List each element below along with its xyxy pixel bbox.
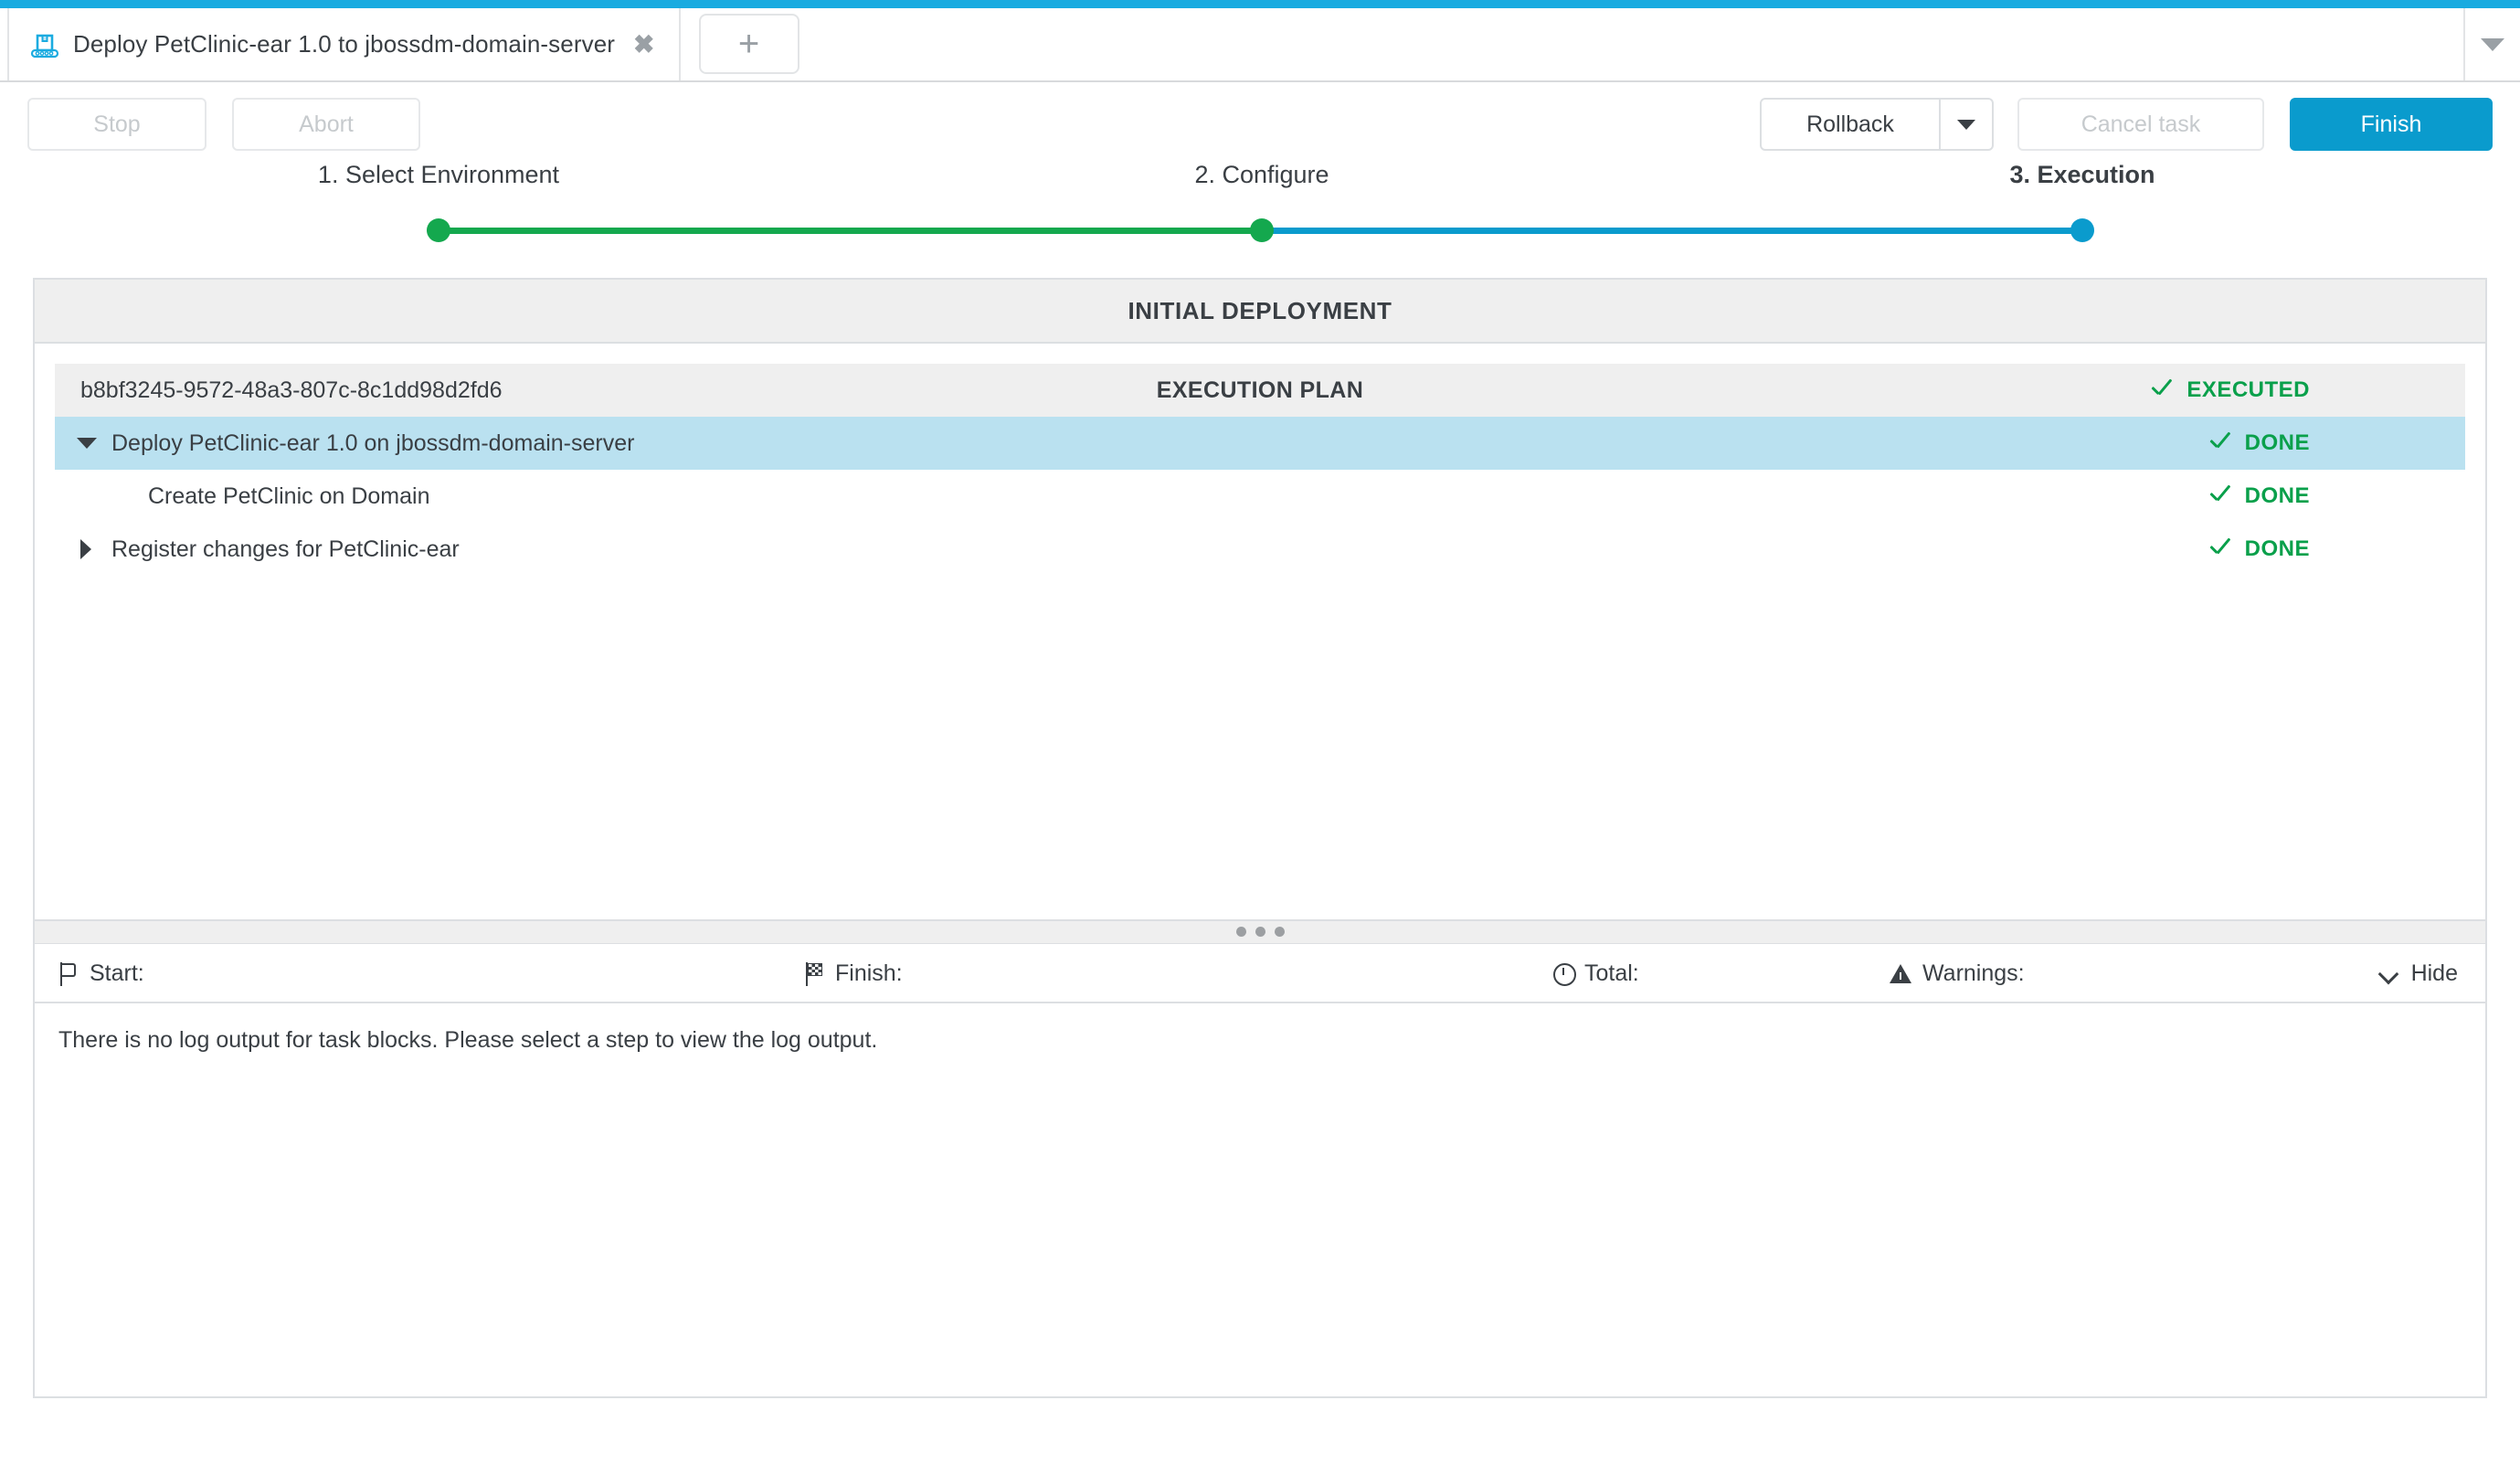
panel-splitter-handle[interactable]	[35, 918, 2485, 943]
disclosure-collapsed-icon[interactable]	[80, 539, 91, 559]
finish-button[interactable]: Finish	[2290, 98, 2493, 151]
row-label: Register changes for PetClinic-ear	[111, 536, 460, 562]
table-row[interactable]: Register changes for PetClinic-ear DONE	[55, 523, 2465, 576]
wizard-stepper: 1. Select Environment 2. Configure 3. Ex…	[0, 161, 2520, 261]
row-label: Deploy PetClinic-ear 1.0 on jbossdm-doma…	[111, 430, 635, 456]
stepper-track-2-3	[1262, 228, 2082, 234]
status-text: DONE	[2244, 536, 2310, 561]
stepper-dot-3[interactable]	[2070, 218, 2094, 242]
deploy-package-icon	[29, 29, 60, 60]
warning-icon	[1890, 960, 1913, 986]
step-label-2[interactable]: 2. Configure	[1194, 161, 1329, 189]
clock-icon	[1551, 960, 1576, 986]
tab-close-icon[interactable]: ✖	[633, 31, 654, 58]
stop-button[interactable]: Stop	[27, 98, 206, 151]
flag-icon	[57, 960, 80, 986]
chevron-down-icon	[2378, 960, 2402, 986]
step-label-3[interactable]: 3. Execution	[2009, 161, 2155, 189]
check-icon	[2207, 483, 2232, 509]
finish-label: Finish:	[835, 960, 903, 986]
warnings-label: Warnings:	[1922, 960, 2025, 986]
hide-label: Hide	[2410, 960, 2458, 986]
finish-time-field: Finish:	[802, 960, 912, 987]
check-icon	[2207, 536, 2232, 562]
splitter-dot	[1255, 927, 1265, 937]
tab-bar: Deploy PetClinic-ear 1.0 to jbossdm-doma…	[0, 8, 2520, 82]
toolbar-right-group: Rollback Cancel task Finish	[1760, 98, 2493, 151]
status-text: EXECUTED	[2186, 377, 2310, 402]
panel-header-title: INITIAL DEPLOYMENT	[35, 280, 2485, 344]
check-icon	[2148, 377, 2174, 403]
execution-status-bar: Start: Finish: Total: Warnings: Hide	[35, 942, 2485, 1003]
row-status: DONE	[2207, 483, 2310, 509]
new-tab-button[interactable]: +	[698, 14, 799, 74]
log-empty-message: There is no log output for task blocks. …	[58, 1026, 878, 1053]
stepper-dot-2[interactable]	[1250, 218, 1274, 242]
hide-log-button[interactable]: Hide	[2378, 960, 2458, 987]
table-row[interactable]: Create PetClinic on Domain DONE	[55, 470, 2465, 523]
total-label: Total:	[1584, 960, 1639, 986]
splitter-dot	[1274, 927, 1285, 937]
rollback-button[interactable]: Rollback	[1760, 98, 1941, 151]
row-status: DONE	[2207, 536, 2310, 562]
tab-deploy-petclinic[interactable]: Deploy PetClinic-ear 1.0 to jbossdm-doma…	[7, 8, 681, 80]
cancel-task-button[interactable]: Cancel task	[2017, 98, 2264, 151]
step-label-1[interactable]: 1. Select Environment	[318, 161, 559, 189]
table-row[interactable]: Deploy PetClinic-ear 1.0 on jbossdm-doma…	[55, 417, 2465, 470]
window-accent-bar	[0, 0, 2520, 8]
stepper-dot-1[interactable]	[427, 218, 450, 242]
tab-title: Deploy PetClinic-ear 1.0 to jbossdm-doma…	[73, 30, 616, 58]
rollback-split-button: Rollback	[1760, 98, 1994, 151]
chevron-down-icon	[2481, 37, 2504, 51]
log-output-area[interactable]: There is no log output for task blocks. …	[35, 1003, 2485, 1396]
row-label: Create PetClinic on Domain	[148, 483, 430, 509]
status-text: DONE	[2244, 483, 2310, 508]
splitter-dot	[1235, 927, 1246, 937]
check-icon	[2207, 430, 2232, 456]
execution-plan-status: EXECUTED	[2148, 377, 2310, 403]
warnings-field: Warnings:	[1890, 960, 2034, 987]
caret-down-icon	[1957, 119, 1975, 130]
rollback-dropdown-button[interactable]	[1941, 98, 1994, 151]
execution-plan-row[interactable]: b8bf3245-9572-48a3-807c-8c1dd98d2fd6 EXE…	[55, 364, 2465, 417]
action-toolbar: Stop Abort Rollback Cancel task Finish	[0, 82, 2520, 161]
total-time-field: Total:	[1551, 960, 1648, 987]
execution-panel: INITIAL DEPLOYMENT b8bf3245-9572-48a3-80…	[33, 278, 2487, 1398]
start-time-field: Start:	[57, 960, 154, 987]
status-text: DONE	[2244, 430, 2310, 455]
execution-plan-label: EXECUTION PLAN	[1156, 377, 1364, 403]
stepper-track-1-2	[439, 228, 1262, 234]
row-status: DONE	[2207, 430, 2310, 456]
abort-button[interactable]: Abort	[232, 98, 420, 151]
checkered-flag-icon	[802, 960, 826, 986]
start-label: Start:	[90, 960, 144, 986]
disclosure-expanded-icon[interactable]	[77, 438, 97, 449]
execution-tree: b8bf3245-9572-48a3-807c-8c1dd98d2fd6 EXE…	[35, 344, 2485, 919]
tab-overflow-button[interactable]	[2463, 8, 2520, 80]
